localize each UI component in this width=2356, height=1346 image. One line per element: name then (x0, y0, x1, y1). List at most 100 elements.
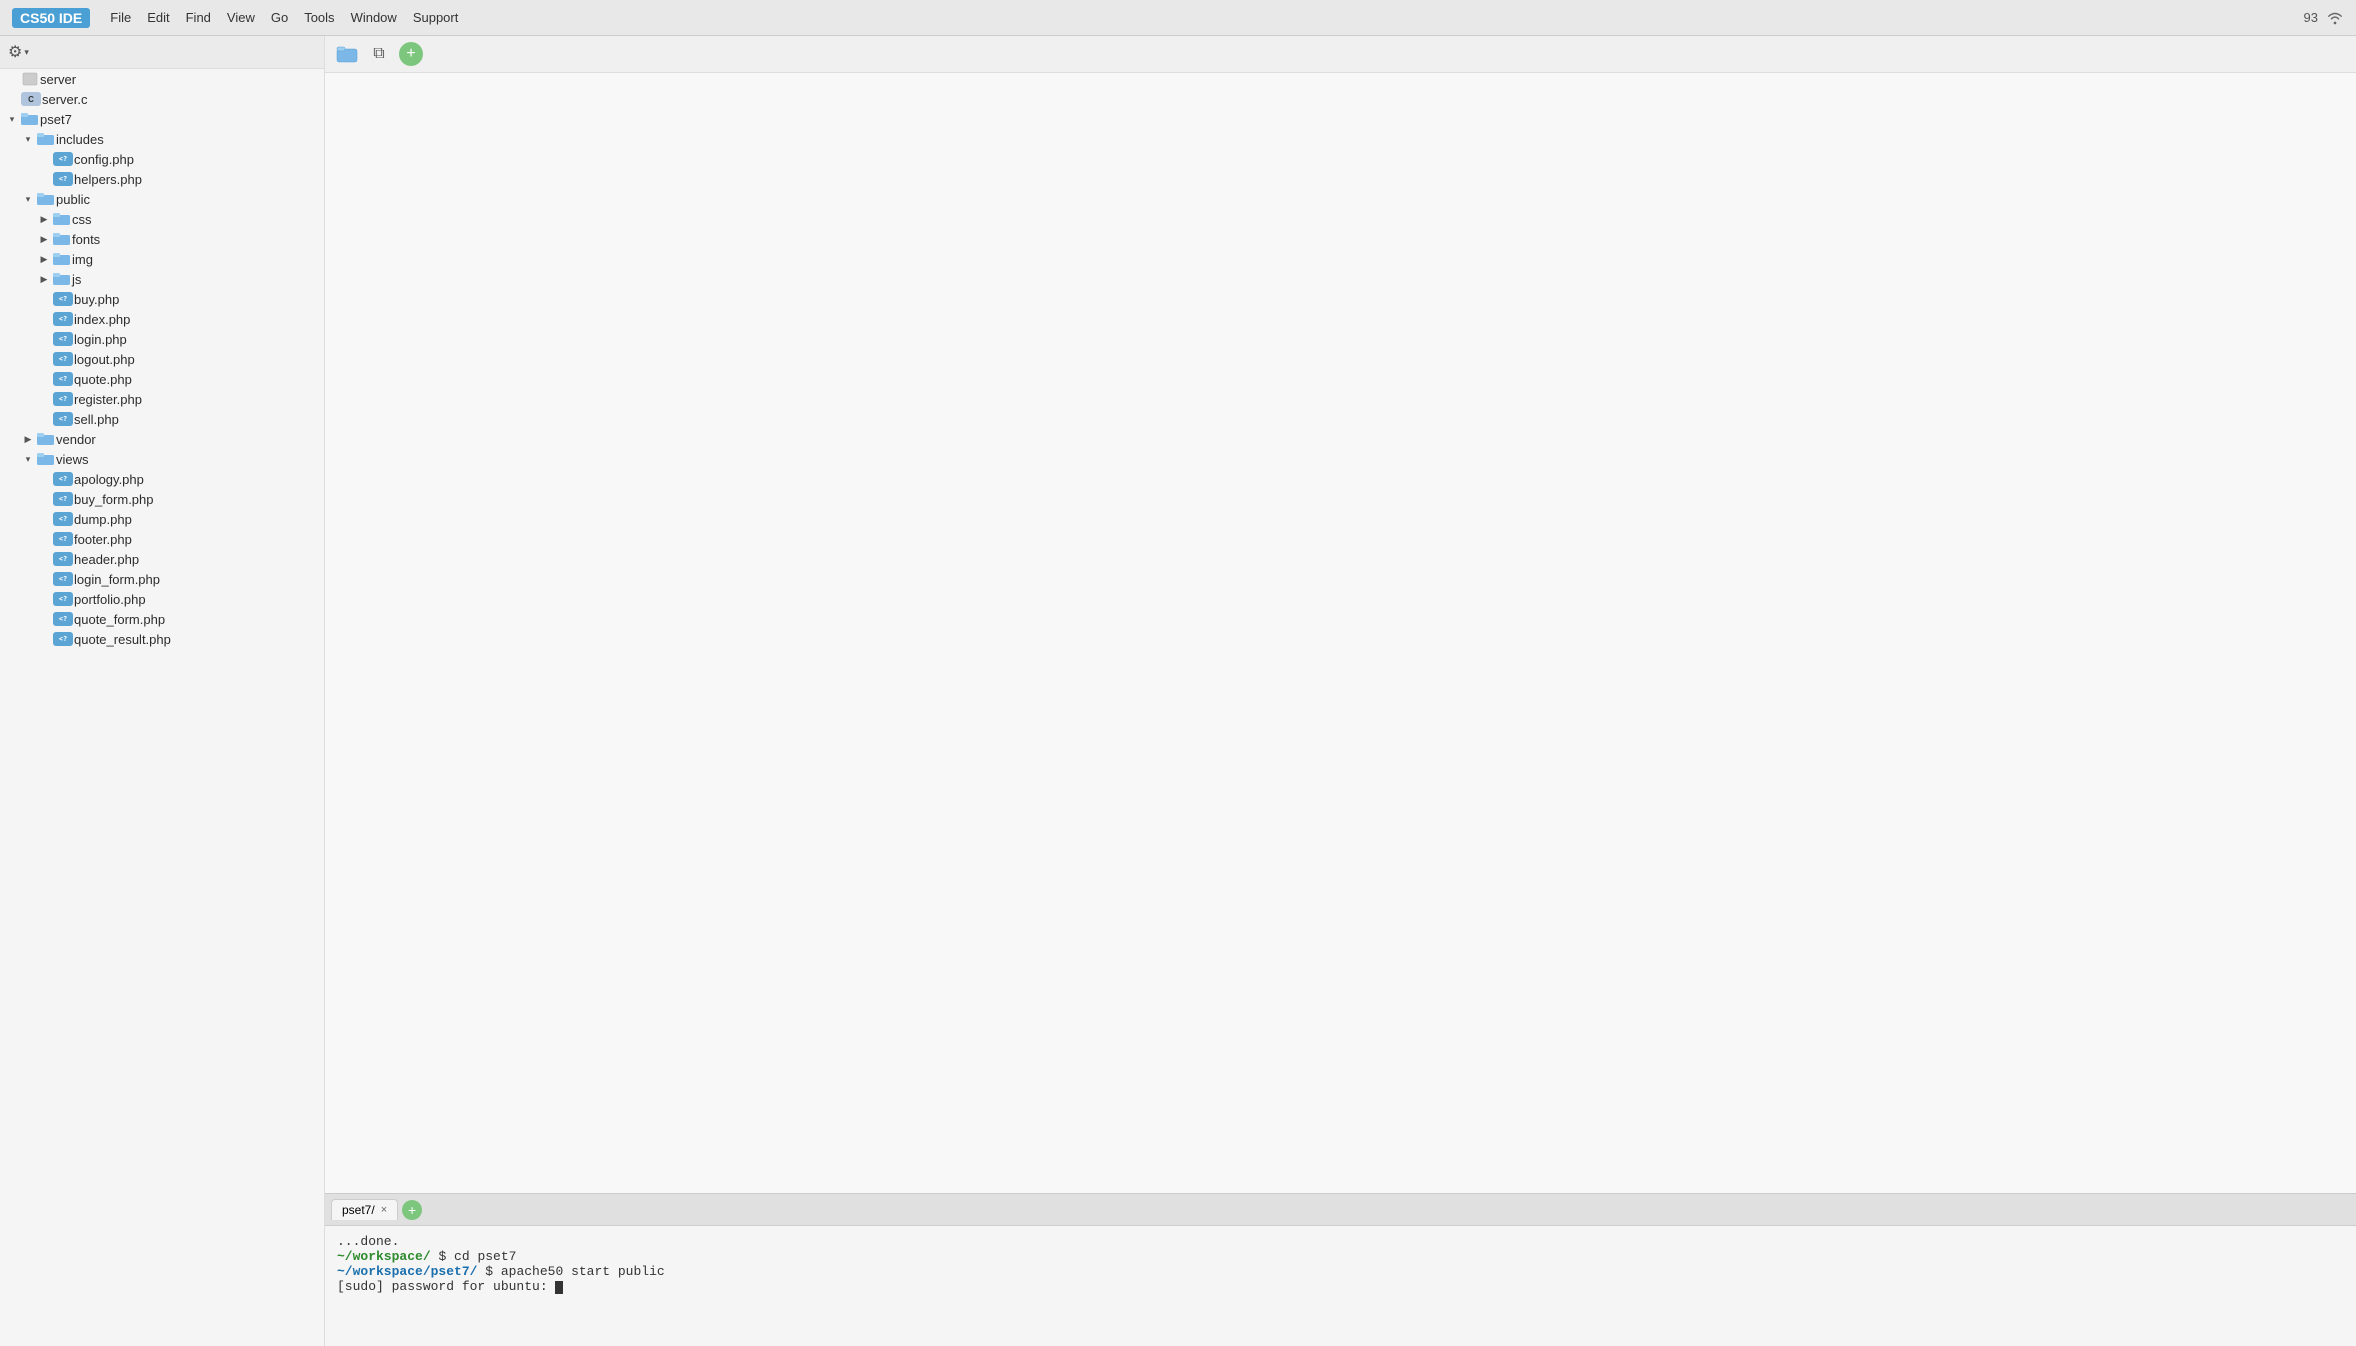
tree-item-public[interactable]: ▾ public (0, 189, 324, 209)
folder-icon-js (52, 271, 72, 287)
tree-label-vendor: vendor (56, 432, 96, 447)
menu-view[interactable]: View (227, 10, 255, 25)
tree-item-apology-php[interactable]: ▶<?apology.php (0, 469, 324, 489)
php-icon-login-form-php: <? (52, 571, 74, 587)
tree-item-js[interactable]: ▶ js (0, 269, 324, 289)
folder-icon-vendor (36, 431, 56, 447)
tree-label-login-form-php: login_form.php (74, 572, 160, 587)
tree-label-portfolio-php: portfolio.php (74, 592, 146, 607)
terminal-cursor (555, 1281, 563, 1294)
terminal-cmd-1: $ cd pset7 (438, 1249, 516, 1264)
folder-icon-views (36, 451, 56, 467)
tree-item-header-php[interactable]: ▶<?header.php (0, 549, 324, 569)
php-icon-register-php: <? (52, 391, 74, 407)
tree-item-buy-php[interactable]: ▶<?buy.php (0, 289, 324, 309)
tree-label-logout-php: logout.php (74, 352, 135, 367)
tree-item-sell-php[interactable]: ▶<?sell.php (0, 409, 324, 429)
tree-label-header-php: header.php (74, 552, 139, 567)
tree-label-fonts: fonts (72, 232, 100, 247)
folder-icon-css (52, 211, 72, 227)
tree-arrow-js: ▶ (36, 271, 52, 287)
tree-item-quote-form-php[interactable]: ▶<?quote_form.php (0, 609, 324, 629)
sidebar-toolbar: ⚙ ▾ (0, 36, 324, 69)
tree-item-buy-form-php[interactable]: ▶<?buy_form.php (0, 489, 324, 509)
tree-item-index-php[interactable]: ▶<?index.php (0, 309, 324, 329)
tree-item-helpers-php[interactable]: ▶<?helpers.php (0, 169, 324, 189)
tree-arrow-views: ▾ (20, 451, 36, 467)
tree-item-quote-php[interactable]: ▶<?quote.php (0, 369, 324, 389)
tree-label-helpers-php: helpers.php (74, 172, 142, 187)
tree-label-includes: includes (56, 132, 104, 147)
tree-arrow-pset7: ▾ (4, 111, 20, 127)
add-button[interactable]: + (399, 42, 423, 66)
menu-go[interactable]: Go (271, 10, 288, 25)
php-icon-apology-php: <? (52, 471, 74, 487)
tree-item-pset7[interactable]: ▾ pset7 (0, 109, 324, 129)
php-icon-header-php: <? (52, 551, 74, 567)
menu-tools[interactable]: Tools (304, 10, 334, 25)
main-layout: ⚙ ▾ ▶ server▶Cserver.c▾ pset7▾ includes▶… (0, 36, 2356, 1346)
tree-label-sell-php: sell.php (74, 412, 119, 427)
tree-label-img: img (72, 252, 93, 267)
tree-label-index-php: index.php (74, 312, 130, 327)
php-icon-index-php: <? (52, 311, 74, 327)
menu-find[interactable]: Find (186, 10, 211, 25)
tree-item-register-php[interactable]: ▶<?register.php (0, 389, 324, 409)
tree-item-logout-php[interactable]: ▶<?logout.php (0, 349, 324, 369)
folder-icon-img (52, 251, 72, 267)
menu-window[interactable]: Window (351, 10, 397, 25)
tree-label-css: css (72, 212, 92, 227)
tree-item-login-form-php[interactable]: ▶<?login_form.php (0, 569, 324, 589)
tree-label-quote-form-php: quote_form.php (74, 612, 165, 627)
tree-label-quote-php: quote.php (74, 372, 132, 387)
c-icon-server-c: C (20, 91, 42, 107)
folder-icon-pset7 (20, 111, 40, 127)
tree-item-login-php[interactable]: ▶<?login.php (0, 329, 324, 349)
menu-file[interactable]: File (110, 10, 131, 25)
terminal-tab-pset7[interactable]: pset7/ × (331, 1199, 398, 1220)
menu-edit[interactable]: Edit (147, 10, 169, 25)
terminal-path-2: ~/workspace/pset7/ (337, 1264, 477, 1279)
tree-item-server-c[interactable]: ▶Cserver.c (0, 89, 324, 109)
tree-arrow-vendor: ▶ (20, 431, 36, 447)
php-icon-quote-php: <? (52, 371, 74, 387)
tree-item-server[interactable]: ▶ server (0, 69, 324, 89)
tree-item-config-php[interactable]: ▶<?config.php (0, 149, 324, 169)
copy-button[interactable]: ⧉ (367, 42, 391, 66)
tree-label-buy-form-php: buy_form.php (74, 492, 154, 507)
tree-item-includes[interactable]: ▾ includes (0, 129, 324, 149)
php-icon-buy-form-php: <? (52, 491, 74, 507)
php-icon-config-php: <? (52, 151, 74, 167)
tree-label-dump-php: dump.php (74, 512, 132, 527)
editor-content[interactable] (325, 73, 2356, 1193)
tree-item-views[interactable]: ▾ views (0, 449, 324, 469)
tree-arrow-includes: ▾ (20, 131, 36, 147)
terminal-sudo-prompt: [sudo] password for ubuntu: (337, 1279, 555, 1294)
php-icon-logout-php: <? (52, 351, 74, 367)
tree-item-footer-php[interactable]: ▶<?footer.php (0, 529, 324, 549)
terminal-tab-close[interactable]: × (381, 1205, 387, 1216)
tree-item-quote-result-php[interactable]: ▶<?quote_result.php (0, 629, 324, 649)
titlebar: CS50 IDE File Edit Find View Go Tools Wi… (0, 0, 2356, 36)
add-terminal-button[interactable]: + (402, 1200, 422, 1220)
tree-item-fonts[interactable]: ▶ fonts (0, 229, 324, 249)
tree-arrow-fonts: ▶ (36, 231, 52, 247)
tree-item-img[interactable]: ▶ img (0, 249, 324, 269)
sidebar: ⚙ ▾ ▶ server▶Cserver.c▾ pset7▾ includes▶… (0, 36, 325, 1346)
tree-item-css[interactable]: ▶ css (0, 209, 324, 229)
terminal-line-4: [sudo] password for ubuntu: (337, 1279, 2344, 1294)
tree-item-vendor[interactable]: ▶ vendor (0, 429, 324, 449)
tree-label-register-php: register.php (74, 392, 142, 407)
gear-button[interactable]: ⚙ ▾ (8, 42, 29, 62)
terminal-path-1: ~/workspace/ (337, 1249, 431, 1264)
tree-item-portfolio-php[interactable]: ▶<?portfolio.php (0, 589, 324, 609)
tree-item-dump-php[interactable]: ▶<?dump.php (0, 509, 324, 529)
menu-support[interactable]: Support (413, 10, 459, 25)
php-icon-helpers-php: <? (52, 171, 74, 187)
terminal-content[interactable]: ...done. ~/workspace/ $ cd pset7 ~/works… (325, 1226, 2356, 1346)
folder-icon-public (36, 191, 56, 207)
open-folder-button[interactable] (335, 44, 359, 64)
connection-count: 93 (2304, 10, 2318, 25)
tree-arrow-css: ▶ (36, 211, 52, 227)
tree-label-public: public (56, 192, 90, 207)
